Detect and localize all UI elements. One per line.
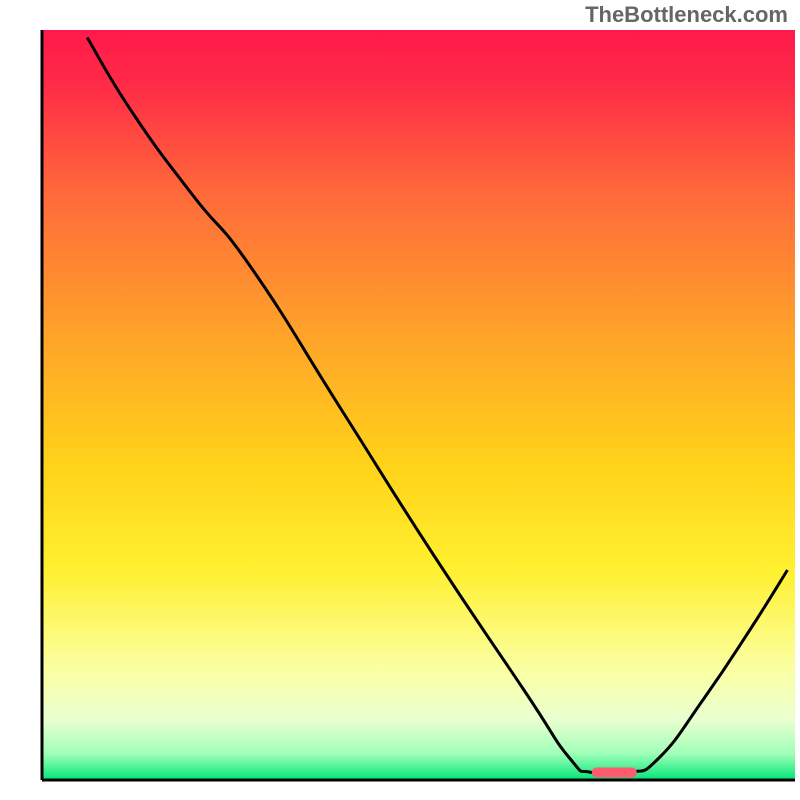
chart-container: TheBottleneck.com bbox=[0, 0, 800, 800]
bottleneck-chart bbox=[0, 0, 800, 800]
optimal-marker bbox=[592, 768, 637, 778]
